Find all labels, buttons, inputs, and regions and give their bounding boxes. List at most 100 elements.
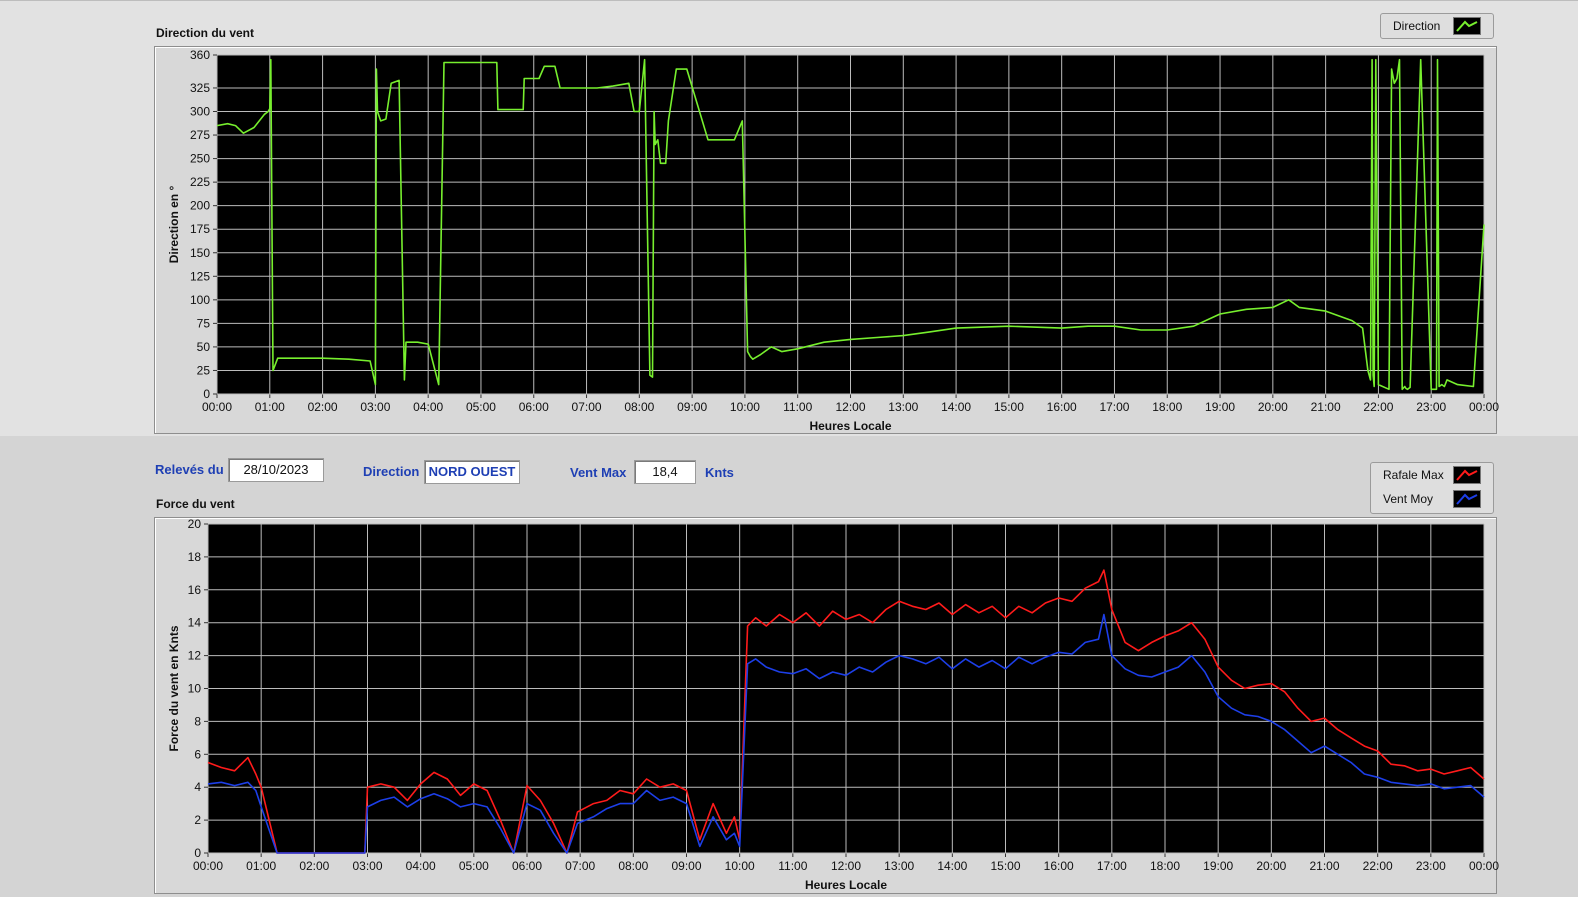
releves-label: Relevés du	[155, 462, 224, 477]
x-tick-label: 17:00	[1099, 400, 1129, 414]
y-tick-label: 25	[197, 363, 211, 377]
y-tick-label: 125	[190, 269, 210, 283]
x-tick-label: 23:00	[1416, 859, 1446, 873]
x-tick-label: 12:00	[831, 859, 861, 873]
y-axis-label: Force du vent en Knts	[167, 625, 181, 751]
x-tick-label: 10:00	[725, 859, 755, 873]
x-tick-label: 22:00	[1363, 400, 1393, 414]
x-tick-label: 04:00	[413, 400, 443, 414]
y-tick-label: 0	[203, 387, 210, 401]
y-tick-label: 360	[190, 48, 210, 62]
legend-label-rafale: Rafale Max	[1383, 468, 1444, 482]
x-tick-label: 03:00	[352, 859, 382, 873]
direction-label: Direction	[363, 464, 420, 479]
x-tick-label: 15:00	[990, 859, 1020, 873]
y-tick-label: 50	[197, 340, 211, 354]
y-tick-label: 175	[190, 222, 210, 236]
x-tick-label: 13:00	[888, 400, 918, 414]
x-tick-label: 08:00	[624, 400, 654, 414]
x-tick-label: 20:00	[1258, 400, 1288, 414]
y-tick-label: 14	[188, 616, 202, 630]
x-axis-label: Heures Locale	[809, 419, 891, 433]
y-tick-label: 8	[194, 714, 201, 728]
y-tick-label: 325	[190, 81, 210, 95]
legend-item-rafale[interactable]: Rafale Max	[1371, 463, 1493, 487]
x-tick-label: 16:00	[1044, 859, 1074, 873]
x-tick-label: 03:00	[360, 400, 390, 414]
x-tick-label: 10:00	[730, 400, 760, 414]
x-tick-label: 14:00	[937, 859, 967, 873]
y-tick-label: 6	[194, 747, 201, 761]
y-tick-label: 100	[190, 293, 210, 307]
blue-line-swatch-icon	[1453, 490, 1481, 508]
x-tick-label: 01:00	[255, 400, 285, 414]
y-axis-label: Direction en °	[167, 186, 181, 264]
x-tick-label: 22:00	[1363, 859, 1393, 873]
x-tick-label: 13:00	[884, 859, 914, 873]
y-tick-label: 10	[188, 682, 202, 696]
x-tick-label: 16:00	[1047, 400, 1077, 414]
x-tick-label: 19:00	[1203, 859, 1233, 873]
x-tick-label: 11:00	[783, 400, 812, 414]
x-tick-label: 21:00	[1309, 859, 1339, 873]
y-tick-label: 20	[188, 517, 202, 531]
force-legend[interactable]: Rafale Max Vent Moy	[1370, 462, 1494, 514]
legend-label-vent-moy: Vent Moy	[1383, 492, 1434, 506]
x-tick-label: 09:00	[671, 859, 701, 873]
x-tick-label: 18:00	[1152, 400, 1182, 414]
y-tick-label: 4	[194, 780, 201, 794]
x-tick-label: 07:00	[565, 859, 595, 873]
x-tick-label: 14:00	[941, 400, 971, 414]
direction-chart: 00:00 01:00 02:00 03:00 04:00 05:00 06:00 07:00…	[167, 48, 1499, 433]
x-tick-label: 11:00	[778, 859, 807, 873]
y-tick-label: 0	[194, 846, 201, 860]
legend-item-direction[interactable]: Direction	[1381, 14, 1493, 38]
red-line-swatch-icon	[1453, 466, 1481, 484]
legend-item-vent-moy[interactable]: Vent Moy	[1371, 487, 1493, 511]
y-tick-label: 275	[190, 128, 210, 142]
unit-label: Knts	[705, 465, 734, 480]
direction-chart-title: Direction du vent	[156, 26, 255, 40]
force-chart: 00:00 01:00 02:00 03:00 04:00 05:00 06:00 07:00…	[167, 517, 1499, 892]
x-tick-label: 00:00	[1469, 859, 1499, 873]
ventmax-field[interactable]: 18,4	[634, 460, 696, 484]
legend-label-direction: Direction	[1393, 19, 1441, 33]
x-tick-label: 09:00	[677, 400, 707, 414]
x-tick-label: 07:00	[572, 400, 602, 414]
x-tick-label: 05:00	[466, 400, 496, 414]
x-tick-label: 00:00	[202, 400, 232, 414]
y-tick-label: 12	[188, 649, 202, 663]
y-tick-label: 300	[190, 105, 210, 119]
y-tick-label: 18	[188, 550, 202, 564]
y-tick-label: 150	[190, 246, 210, 260]
x-tick-label: 20:00	[1256, 859, 1286, 873]
direction-legend[interactable]: Direction	[1380, 13, 1494, 39]
x-tick-label: 18:00	[1150, 859, 1180, 873]
x-tick-label: 00:00	[1469, 400, 1499, 414]
y-tick-label: 16	[188, 583, 202, 597]
y-tick-label: 200	[190, 199, 210, 213]
x-tick-label: 00:00	[193, 859, 223, 873]
x-tick-label: 04:00	[406, 859, 436, 873]
x-tick-label: 17:00	[1097, 859, 1127, 873]
x-tick-label: 23:00	[1416, 400, 1446, 414]
x-tick-label: 02:00	[308, 400, 338, 414]
x-tick-label: 21:00	[1311, 400, 1341, 414]
x-tick-label: 01:00	[246, 859, 276, 873]
x-tick-label: 02:00	[299, 859, 329, 873]
date-field[interactable]: 28/10/2023	[228, 458, 324, 482]
y-tick-label: 225	[190, 175, 210, 189]
x-tick-label: 06:00	[519, 400, 549, 414]
x-axis-label: Heures Locale	[805, 878, 887, 892]
y-tick-label: 75	[197, 316, 211, 330]
force-chart-title: Force du vent	[156, 497, 235, 511]
x-tick-label: 19:00	[1205, 400, 1235, 414]
direction-field[interactable]: NORD OUEST	[424, 460, 520, 484]
y-tick-label: 250	[190, 152, 210, 166]
x-tick-label: 06:00	[512, 859, 542, 873]
line-swatch-icon	[1453, 17, 1481, 35]
x-tick-label: 08:00	[618, 859, 648, 873]
x-tick-label: 12:00	[835, 400, 865, 414]
y-tick-label: 2	[194, 813, 201, 827]
ventmax-label: Vent Max	[570, 465, 627, 480]
